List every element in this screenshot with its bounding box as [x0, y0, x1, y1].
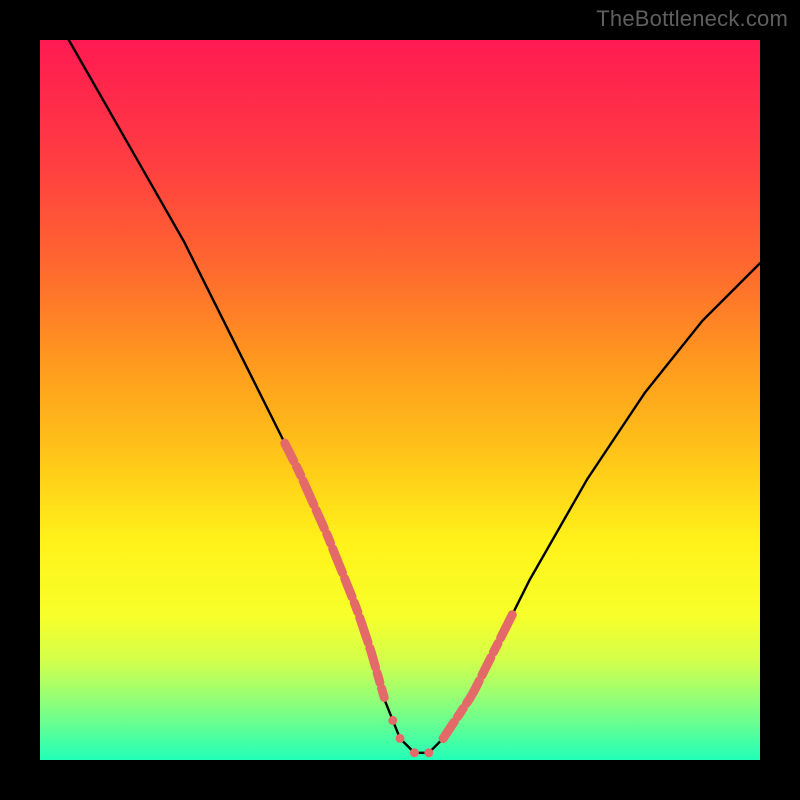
curve-line: [69, 40, 760, 753]
bead-6: [446, 723, 455, 732]
highlight-segment-1: [443, 615, 512, 739]
chart-frame: TheBottleneck.com: [0, 0, 800, 800]
bead-5: [439, 734, 448, 743]
bead-1: [388, 716, 397, 725]
highlight-segment-0: [285, 443, 384, 697]
bottleneck-curve-chart: [40, 40, 760, 760]
bead-2: [396, 734, 405, 743]
bead-3: [410, 748, 419, 757]
watermark-text: TheBottleneck.com: [596, 6, 788, 32]
plot-area: [40, 40, 760, 760]
bead-4: [424, 748, 433, 757]
bead-0: [374, 673, 383, 682]
